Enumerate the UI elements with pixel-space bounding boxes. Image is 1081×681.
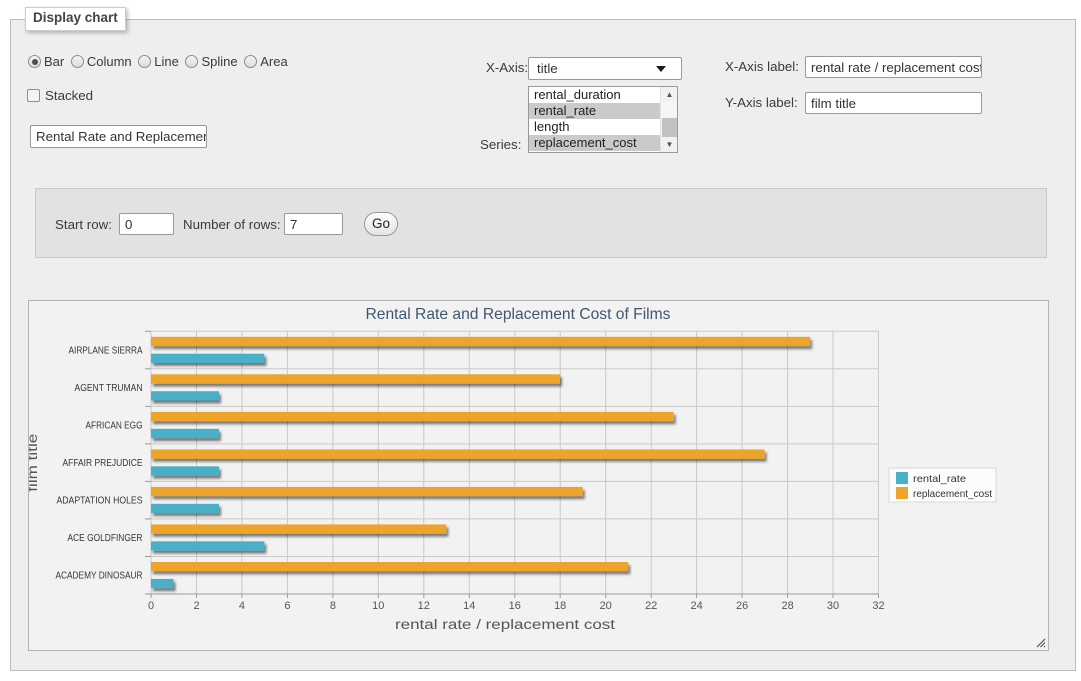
svg-text:AGENT TRUMAN: AGENT TRUMAN	[75, 383, 143, 394]
svg-text:0: 0	[148, 600, 154, 612]
svg-text:AIRPLANE SIERRA: AIRPLANE SIERRA	[69, 345, 143, 356]
svg-text:ADAPTATION HOLES: ADAPTATION HOLES	[57, 495, 143, 506]
svg-text:12: 12	[418, 600, 430, 612]
svg-text:replacement_cost: replacement_cost	[913, 488, 992, 500]
svg-text:AFFAIR PREJUDICE: AFFAIR PREJUDICE	[63, 458, 143, 469]
svg-text:26: 26	[736, 600, 748, 612]
svg-text:ACE GOLDFINGER: ACE GOLDFINGER	[68, 533, 143, 544]
svg-text:film title: film title	[29, 434, 40, 492]
svg-text:32: 32	[872, 600, 884, 612]
svg-text:16: 16	[509, 600, 521, 612]
svg-text:24: 24	[690, 600, 702, 612]
svg-text:30: 30	[827, 600, 839, 612]
svg-text:2: 2	[193, 600, 199, 612]
svg-text:rental rate / replacement cost: rental rate / replacement cost	[395, 617, 615, 632]
svg-text:10: 10	[372, 600, 384, 612]
svg-text:28: 28	[781, 600, 793, 612]
svg-text:18: 18	[554, 600, 566, 612]
svg-text:AFRICAN EGG: AFRICAN EGG	[86, 420, 143, 431]
svg-text:14: 14	[463, 600, 475, 612]
svg-text:8: 8	[330, 600, 336, 612]
svg-text:6: 6	[284, 600, 290, 612]
svg-text:Rental Rate and Replacement Co: Rental Rate and Replacement Cost of Film…	[366, 306, 671, 323]
svg-text:20: 20	[600, 600, 612, 612]
svg-text:rental_rate: rental_rate	[913, 473, 966, 485]
svg-text:22: 22	[645, 600, 657, 612]
svg-text:4: 4	[239, 600, 245, 612]
svg-text:ACADEMY DINOSAUR: ACADEMY DINOSAUR	[56, 570, 143, 581]
